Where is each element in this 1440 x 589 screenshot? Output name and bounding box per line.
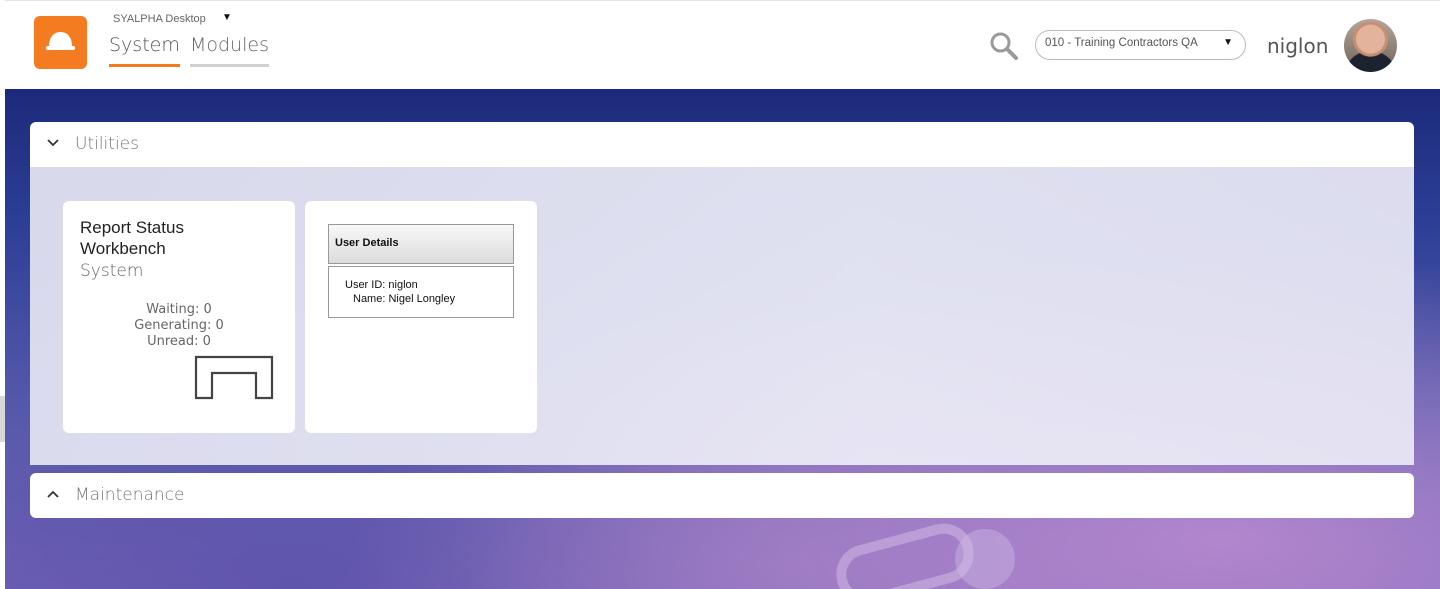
hard-hat-icon xyxy=(46,32,75,50)
app-logo[interactable] xyxy=(34,16,87,69)
chevron-down-icon xyxy=(47,139,59,147)
search-icon[interactable] xyxy=(989,31,1019,66)
unread-count: Unread: 0 xyxy=(147,334,211,349)
report-status-workbench-tile[interactable]: Report Status Workbench System Waiting: … xyxy=(63,201,295,433)
maintenance-panel-title: Maintenance xyxy=(75,485,185,505)
avatar[interactable] xyxy=(1344,19,1397,72)
user-id: User ID: niglon xyxy=(345,279,418,291)
desktop-dropdown-caret[interactable]: ▼ xyxy=(222,12,232,23)
desktop-name[interactable]: SYALPHA Desktop xyxy=(113,13,206,25)
user-details-header: User Details xyxy=(328,224,514,264)
company-select-value: 010 - Training Contractors QA xyxy=(1045,37,1198,49)
utilities-panel-header[interactable]: Utilities xyxy=(30,122,1414,167)
background-decoration xyxy=(955,529,1015,589)
user-details-body: User ID: niglon Name: Nigel Longley xyxy=(328,266,514,318)
maintenance-panel-header[interactable]: Maintenance xyxy=(30,473,1414,518)
username[interactable]: niglon xyxy=(1267,34,1328,58)
tab-modules[interactable]: Modules xyxy=(190,34,269,67)
chevron-down-icon: ▼ xyxy=(1223,37,1233,48)
inbox-tray-icon xyxy=(194,355,274,400)
generating-count: Generating: 0 xyxy=(134,318,224,333)
tile-subtitle: System xyxy=(80,261,144,281)
waiting-count: Waiting: 0 xyxy=(146,302,212,317)
utilities-panel-title: Utilities xyxy=(75,134,139,154)
user-details-tile[interactable]: User Details User ID: niglon Name: Nigel… xyxy=(305,201,537,433)
tab-system[interactable]: System xyxy=(109,34,180,67)
top-header: SYALPHA Desktop ▼ System Modules 010 - T… xyxy=(5,0,1440,89)
company-select[interactable]: 010 - Training Contractors QA ▼ xyxy=(1035,30,1246,60)
user-name: Name: Nigel Longley xyxy=(353,293,456,305)
chevron-up-icon xyxy=(47,490,59,498)
tile-title: Report Status Workbench xyxy=(80,218,184,258)
